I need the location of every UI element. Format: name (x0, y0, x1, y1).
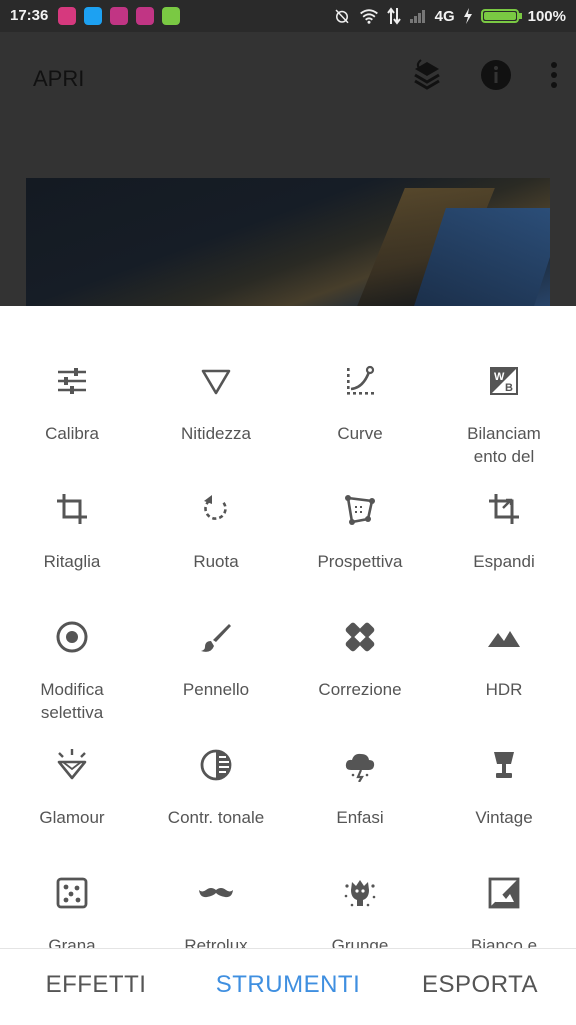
tool-label: Grunge (331, 936, 389, 948)
tool-glamour[interactable]: Glamour (0, 690, 144, 827)
status-bar: 17:36 4G 100% (0, 0, 576, 32)
tab-strumenti[interactable]: STRUMENTI (192, 971, 384, 999)
retrolux-mustache-icon (199, 876, 233, 910)
svg-text:B: B (505, 382, 513, 394)
brush-icon (199, 620, 233, 654)
tab-esporta[interactable]: ESPORTA (384, 971, 576, 999)
instagram-icon (58, 7, 76, 25)
instagram-icon (136, 7, 154, 25)
tool-espandi[interactable]: Espandi (432, 434, 576, 571)
clock: 17:36 (10, 7, 49, 24)
tool-grana[interactable]: Grana (0, 818, 144, 948)
tool-pennello[interactable]: Pennello (144, 562, 288, 699)
info-icon[interactable] (480, 59, 512, 91)
tool-ritaglia[interactable]: Ritaglia (0, 434, 144, 571)
vintage-lamp-icon (487, 748, 521, 782)
open-button[interactable]: APRI (33, 66, 84, 92)
tonal-contrast-icon (199, 748, 233, 782)
tools-panel: Calibra Nitidezza Curve W B Bilanciam ento de… (0, 306, 576, 948)
hdr-landscape-icon (487, 620, 521, 654)
tool-enfasi[interactable]: Enfasi (288, 690, 432, 827)
grainy-film-icon (55, 876, 89, 910)
black-white-icon (487, 876, 521, 910)
editor-background: APRI (0, 32, 576, 306)
tool-contr-tonale[interactable]: Contr. tonale (144, 690, 288, 827)
crop-icon (55, 492, 89, 526)
data-transfer-icon (386, 7, 401, 25)
selective-icon (55, 620, 89, 654)
tool-label: Grana (48, 936, 96, 948)
rotate-icon (199, 492, 233, 526)
perspective-icon (343, 492, 377, 526)
expand-icon (487, 492, 521, 526)
tool-modifica-selettiva[interactable]: Modifica selettiva (0, 562, 144, 722)
healing-icon (343, 620, 377, 654)
drama-icon (343, 748, 377, 783)
battery-indicator: 100% (480, 7, 566, 25)
tool-prospettiva[interactable]: Prospettiva (288, 434, 432, 571)
glamour-glow-icon (55, 748, 89, 782)
tool-correzione[interactable]: Correzione (288, 562, 432, 699)
photo-preview[interactable] (26, 178, 550, 306)
tool-label: Bianco e (470, 936, 538, 948)
tool-ruota[interactable]: Ruota (144, 434, 288, 571)
tool-curve[interactable]: Curve (288, 306, 432, 443)
wifi-icon (359, 9, 378, 24)
tool-hdr[interactable]: HDR (432, 562, 576, 699)
details-icon (199, 364, 233, 398)
svg-text:W: W (494, 371, 505, 383)
bottom-tab-bar: EFFETTI STRUMENTI ESPORTA (0, 948, 576, 1025)
curves-icon (343, 364, 377, 398)
instagram-icon (110, 7, 128, 25)
tool-grunge[interactable]: Grunge (288, 818, 432, 948)
twitter-icon (84, 7, 102, 25)
network-type: 4G (434, 7, 455, 25)
tool-bianco-e[interactable]: Bianco e (432, 818, 576, 948)
battery-percent: 100% (527, 7, 566, 25)
tool-calibra[interactable]: Calibra (0, 306, 144, 443)
charging-icon (463, 8, 472, 24)
more-vert-icon[interactable] (550, 61, 558, 89)
alarm-off-icon (335, 9, 349, 24)
tool-bilanciam-ento-del[interactable]: W B Bilanciam ento del (432, 306, 576, 466)
tool-nitidezza[interactable]: Nitidezza (144, 306, 288, 443)
tune-icon (55, 364, 89, 398)
tool-retrolux[interactable]: Retrolux (144, 818, 288, 948)
android-icon (162, 7, 180, 25)
grunge-icon (343, 876, 377, 910)
tool-label: Retrolux (184, 936, 248, 948)
layers-icon[interactable] (412, 58, 442, 92)
tab-effetti[interactable]: EFFETTI (0, 971, 192, 999)
tool-vintage[interactable]: Vintage (432, 690, 576, 827)
signal-icon (409, 10, 425, 23)
white-balance-icon: WB (487, 364, 521, 398)
